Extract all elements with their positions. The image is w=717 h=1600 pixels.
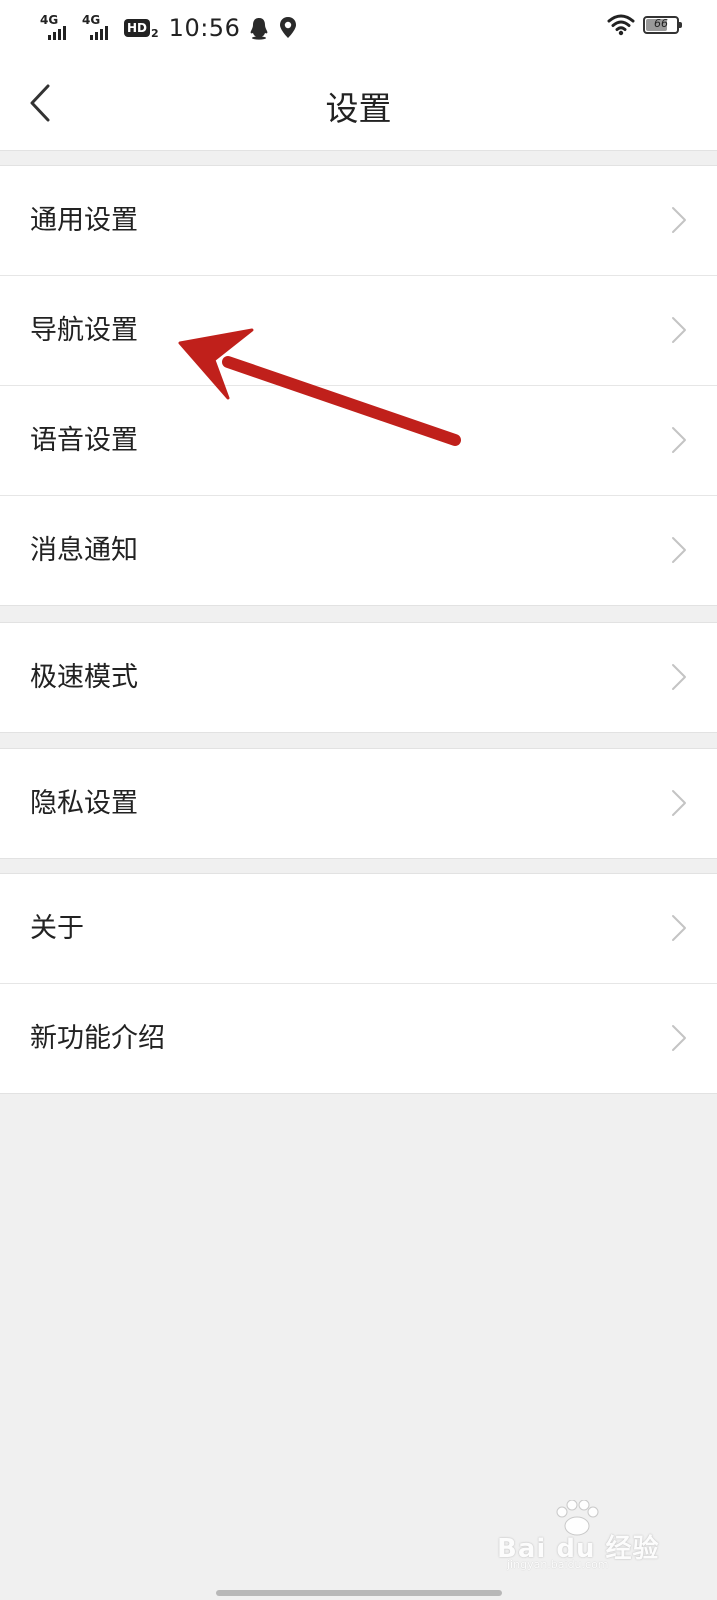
- hd-sub-label: 2: [151, 26, 159, 40]
- settings-item-speed-mode[interactable]: 极速模式: [0, 623, 717, 732]
- chevron-right-icon: [672, 790, 686, 816]
- settings-group-4: 关于 新功能介绍: [0, 873, 717, 1094]
- navigation-bar: 设置: [0, 56, 717, 151]
- chevron-right-icon: [672, 207, 686, 233]
- settings-item-voice[interactable]: 语音设置: [0, 386, 717, 496]
- settings-item-general[interactable]: 通用设置: [0, 166, 717, 276]
- battery-level: 66: [654, 17, 668, 30]
- home-indicator[interactable]: [216, 1590, 502, 1596]
- wifi-icon: [607, 14, 635, 36]
- settings-item-privacy[interactable]: 隐私设置: [0, 749, 717, 858]
- status-right: 66: [607, 14, 682, 36]
- qq-notification-icon: [250, 18, 268, 40]
- settings-group-3: 隐私设置: [0, 748, 717, 859]
- hd-label: HD: [124, 19, 151, 37]
- page-title: 设置: [325, 89, 392, 128]
- clock: 10:56: [168, 14, 241, 42]
- network-type-2-label: 4G: [82, 13, 101, 27]
- chevron-right-icon: [672, 427, 686, 453]
- settings-item-label: 极速模式: [30, 662, 138, 693]
- watermark-url: jingyan.baidu.com: [507, 1558, 609, 1571]
- settings-group-1: 通用设置 导航设置 语音设置 消息通知: [0, 165, 717, 606]
- status-bar: 4G 4G HD 2 10:56 66: [0, 0, 717, 56]
- chevron-right-icon: [672, 915, 686, 941]
- settings-item-label: 新功能介绍: [30, 1023, 165, 1054]
- settings-item-label: 消息通知: [30, 535, 138, 566]
- settings-item-label: 导航设置: [30, 315, 138, 346]
- baidu-jingyan-watermark: Bai du 经验 jingyan.baidu.com: [497, 1500, 677, 1571]
- chevron-right-icon: [672, 664, 686, 690]
- cellular-signal-2-icon: 4G: [82, 14, 116, 42]
- settings-item-label: 通用设置: [30, 205, 138, 236]
- status-left: 4G 4G HD 2 10:56: [40, 10, 298, 46]
- settings-item-notifications[interactable]: 消息通知: [0, 496, 717, 605]
- settings-item-label: 关于: [30, 913, 84, 944]
- chevron-right-icon: [672, 317, 686, 343]
- cellular-signal-icon: 4G: [40, 14, 74, 42]
- settings-group-2: 极速模式: [0, 622, 717, 733]
- chevron-right-icon: [672, 537, 686, 563]
- chevron-right-icon: [672, 1025, 686, 1051]
- settings-item-label: 语音设置: [30, 425, 138, 456]
- settings-item-about[interactable]: 关于: [0, 874, 717, 984]
- battery-icon: 66: [643, 16, 682, 34]
- hd-voice-icon: HD 2: [124, 18, 159, 39]
- settings-item-label: 隐私设置: [30, 788, 138, 819]
- settings-item-navigation[interactable]: 导航设置: [0, 276, 717, 386]
- settings-item-new-features[interactable]: 新功能介绍: [0, 984, 717, 1093]
- network-type-label: 4G: [40, 13, 59, 27]
- location-pin-icon: [280, 17, 297, 38]
